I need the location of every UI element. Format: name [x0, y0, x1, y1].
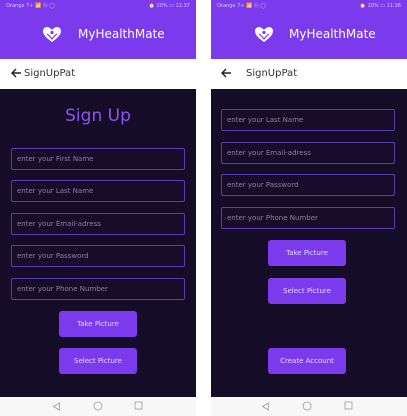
- phone-number-input[interactable]: [11, 278, 185, 300]
- take-picture-button[interactable]: Take Picture: [268, 240, 346, 266]
- heart-hands-icon: [43, 27, 61, 42]
- status-carrier: Orange 7+ 📶 ⓗ ◯: [6, 3, 56, 9]
- last-name-input[interactable]: [11, 180, 185, 202]
- create-account-button[interactable]: Create Account: [268, 348, 346, 374]
- toolbar: SignUpPat: [211, 59, 407, 89]
- first-name-input[interactable]: [11, 148, 185, 170]
- screen-title: SignUpPat: [24, 68, 76, 79]
- select-picture-button[interactable]: Select Picture: [59, 348, 137, 374]
- phone-number-input[interactable]: [221, 207, 395, 229]
- form-title: Sign Up: [65, 106, 131, 126]
- status-carrier: Orange 7+ 📶 ⓗ ◯: [217, 3, 267, 9]
- square-recent-icon[interactable]: [134, 401, 143, 410]
- app-title: MyHealthMate: [289, 27, 376, 41]
- app-header: MyHealthMate: [211, 12, 407, 59]
- triangle-back-icon[interactable]: [52, 402, 61, 411]
- status-time: ⏰ 20% ▭ 11:36: [359, 3, 401, 9]
- screen-title: SignUpPat: [246, 68, 298, 79]
- status-bar: Orange 7+ 📶 ⓗ ◯ ⏰ 20% ▭ 11:36: [211, 0, 407, 12]
- select-picture-button[interactable]: Select Picture: [268, 278, 346, 304]
- last-name-input[interactable]: [221, 109, 395, 131]
- triangle-back-icon[interactable]: [261, 402, 270, 411]
- heart-hands-icon: [255, 27, 273, 42]
- app-header: MyHealthMate: [0, 12, 196, 59]
- square-recent-icon[interactable]: [344, 401, 353, 410]
- arrow-left-icon[interactable]: [9, 66, 23, 80]
- circle-home-icon[interactable]: [93, 401, 103, 411]
- toolbar: SignUpPat: [0, 59, 196, 89]
- system-nav-bar: [211, 397, 407, 416]
- status-time: ⏰ 20% ▭ 11:37: [148, 3, 190, 9]
- app-title: MyHealthMate: [78, 27, 165, 41]
- password-input[interactable]: [11, 245, 185, 267]
- signup-form: Sign Up Take Picture Select Picture: [0, 89, 196, 397]
- system-nav-bar: [0, 397, 196, 416]
- status-bar: Orange 7+ 📶 ⓗ ◯ ⏰ 20% ▭ 11:37: [0, 0, 196, 12]
- phone-screen-left: Orange 7+ 📶 ⓗ ◯ ⏰ 20% ▭ 11:37 MyHealthMa…: [0, 0, 196, 416]
- email-input[interactable]: [221, 142, 395, 164]
- arrow-left-icon[interactable]: [219, 66, 233, 80]
- signup-form-scrolled: Take Picture Select Picture Create Accou…: [211, 89, 407, 397]
- password-input[interactable]: [221, 174, 395, 196]
- phone-screen-right: Orange 7+ 📶 ⓗ ◯ ⏰ 20% ▭ 11:36 MyHealthMa…: [211, 0, 407, 416]
- circle-home-icon[interactable]: [302, 401, 312, 411]
- email-input[interactable]: [11, 213, 185, 235]
- take-picture-button[interactable]: Take Picture: [59, 311, 137, 337]
